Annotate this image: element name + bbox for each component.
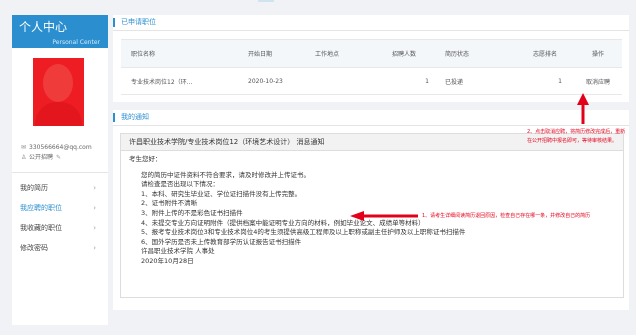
annotation-cancel-note-2: 在公开招聘中报名即可，等待审核结果。 xyxy=(527,138,618,144)
annotation-cancel-note-1: 2、点击取消应聘，将简历修改完成后，重新 xyxy=(527,129,626,135)
arrow-up-icon xyxy=(577,93,589,124)
annotation-arrows xyxy=(350,93,589,221)
annotation-notice-note: 1、请考生详细阅读简历退回原因，检查自己存在哪一条，并修改自己的简历 xyxy=(422,213,591,219)
arrow-left-icon xyxy=(350,211,418,221)
